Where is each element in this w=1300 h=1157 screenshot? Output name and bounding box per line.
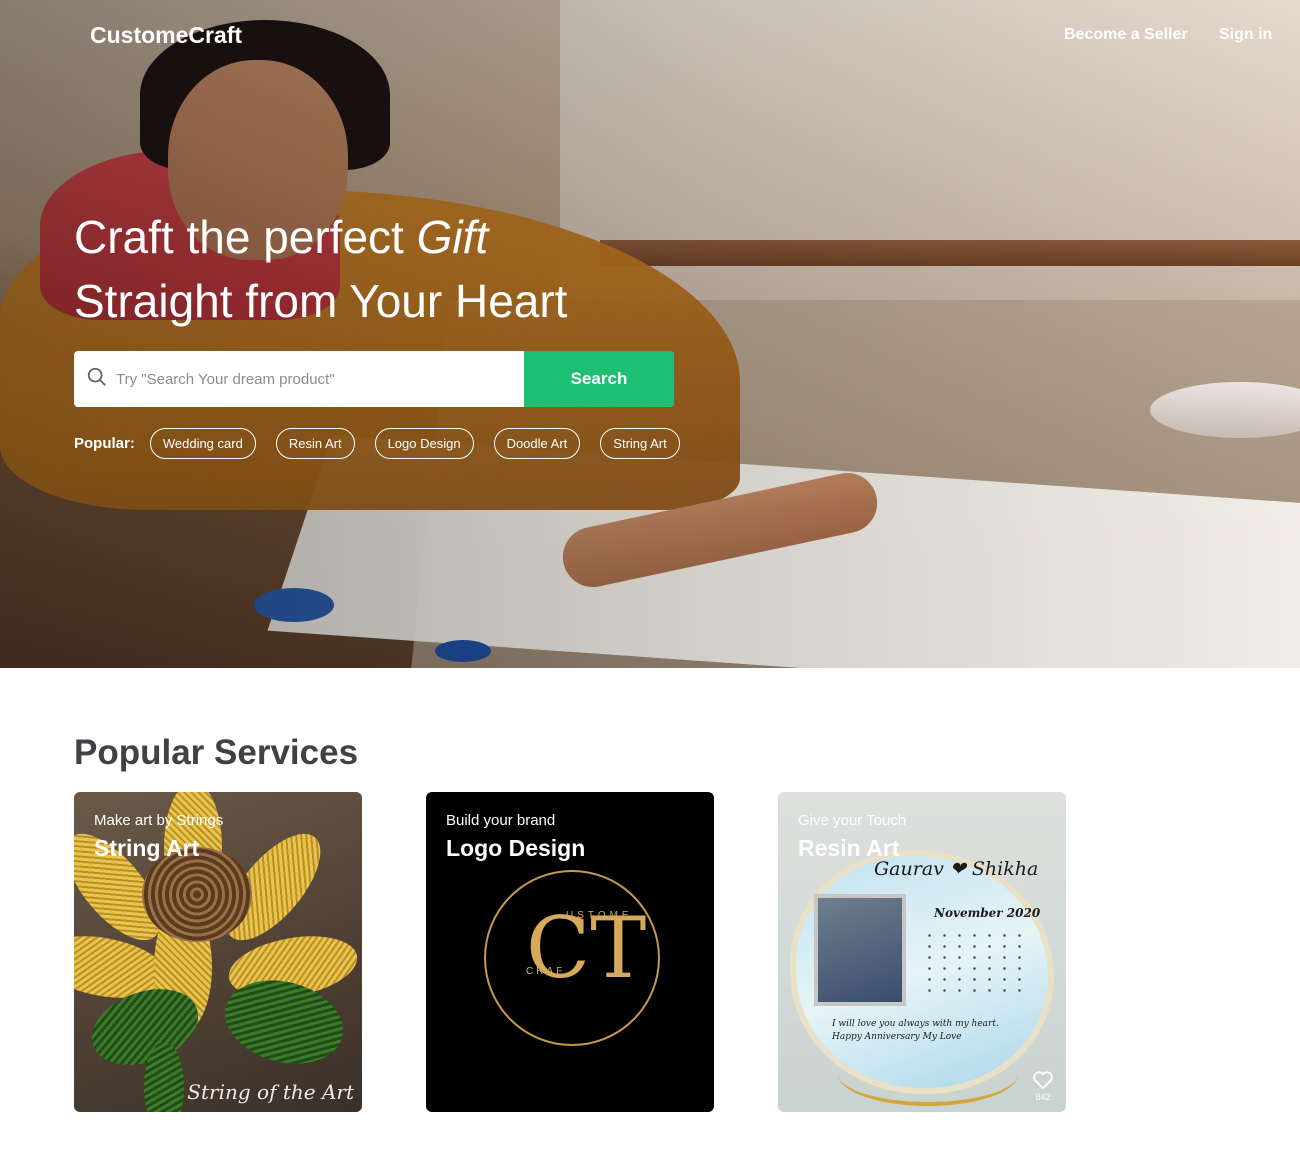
card-title: String Art: [94, 835, 200, 861]
hero-headline: Craft the perfect Gift Straight from You…: [74, 205, 714, 333]
service-card-resin-art[interactable]: Gaurav ❤ Shikha November 2020 I will lov…: [778, 792, 1066, 1112]
resin-note-line: Happy Anniversary My Love: [832, 1032, 962, 1042]
search-bar: Search: [74, 351, 674, 407]
chip-wedding-card[interactable]: Wedding card: [149, 428, 256, 459]
service-card-string-art[interactable]: String of the Art Make art by Strings St…: [74, 792, 362, 1112]
service-card-logo-design[interactable]: CT USTOME CRAF Build your brand Logo Des…: [426, 792, 714, 1112]
hero-banner: [0, 0, 1300, 668]
search-field[interactable]: [74, 351, 524, 407]
string-art-stem: [144, 1042, 184, 1112]
search-icon: [86, 366, 108, 393]
chip-resin-art[interactable]: Resin Art: [275, 428, 355, 459]
string-art-watermark: String of the Art: [187, 1080, 354, 1104]
resin-stand: [838, 1042, 1018, 1106]
like-count: 842: [1035, 1092, 1051, 1102]
headline-line2: Straight from Your Heart: [74, 275, 568, 327]
resin-note-line: I will love you always with my heart.: [832, 1019, 999, 1029]
brand-logo[interactable]: CustomeCraft: [90, 22, 242, 49]
resin-couple-photo: [814, 894, 906, 1006]
card-title: Resin Art: [798, 835, 900, 861]
resin-calendar-grid: [922, 930, 1032, 994]
resin-note: I will love you always with my heart. Ha…: [832, 1018, 1032, 1044]
chip-doodle-art[interactable]: Doodle Art: [493, 428, 581, 459]
headline-line1-text: Craft the perfect: [74, 211, 417, 263]
logo-brand-text: CRAF: [526, 966, 566, 977]
search-input[interactable]: [116, 370, 516, 388]
like-button[interactable]: 842: [1032, 1070, 1054, 1102]
card-subtitle: Build your brand: [446, 812, 556, 829]
logo-monogram: CT: [526, 899, 647, 997]
resin-calendar-month: November 2020: [934, 906, 1041, 920]
popular-tags: Popular: Wedding card Resin Art Logo Des…: [74, 428, 700, 459]
headline-line1: Craft the perfect Gift: [74, 211, 488, 263]
chip-logo-design[interactable]: Logo Design: [374, 428, 474, 459]
headline-gift-emphasis: Gift: [416, 211, 489, 263]
card-subtitle: Give your Touch: [798, 812, 907, 829]
hero-overlay: [0, 0, 1300, 668]
logo-brand-text: USTOME: [566, 910, 633, 921]
card-subtitle: Make art by Strings: [94, 812, 224, 829]
heart-icon: [1032, 1070, 1054, 1090]
card-title: Logo Design: [446, 835, 586, 861]
popular-services-title: Popular Services: [74, 733, 359, 772]
search-button[interactable]: Search: [524, 351, 674, 407]
become-seller-link[interactable]: Become a Seller: [1064, 26, 1188, 44]
popular-label: Popular:: [74, 435, 135, 452]
sign-in-link[interactable]: Sign in: [1219, 26, 1272, 44]
chip-string-art[interactable]: String Art: [600, 428, 680, 459]
